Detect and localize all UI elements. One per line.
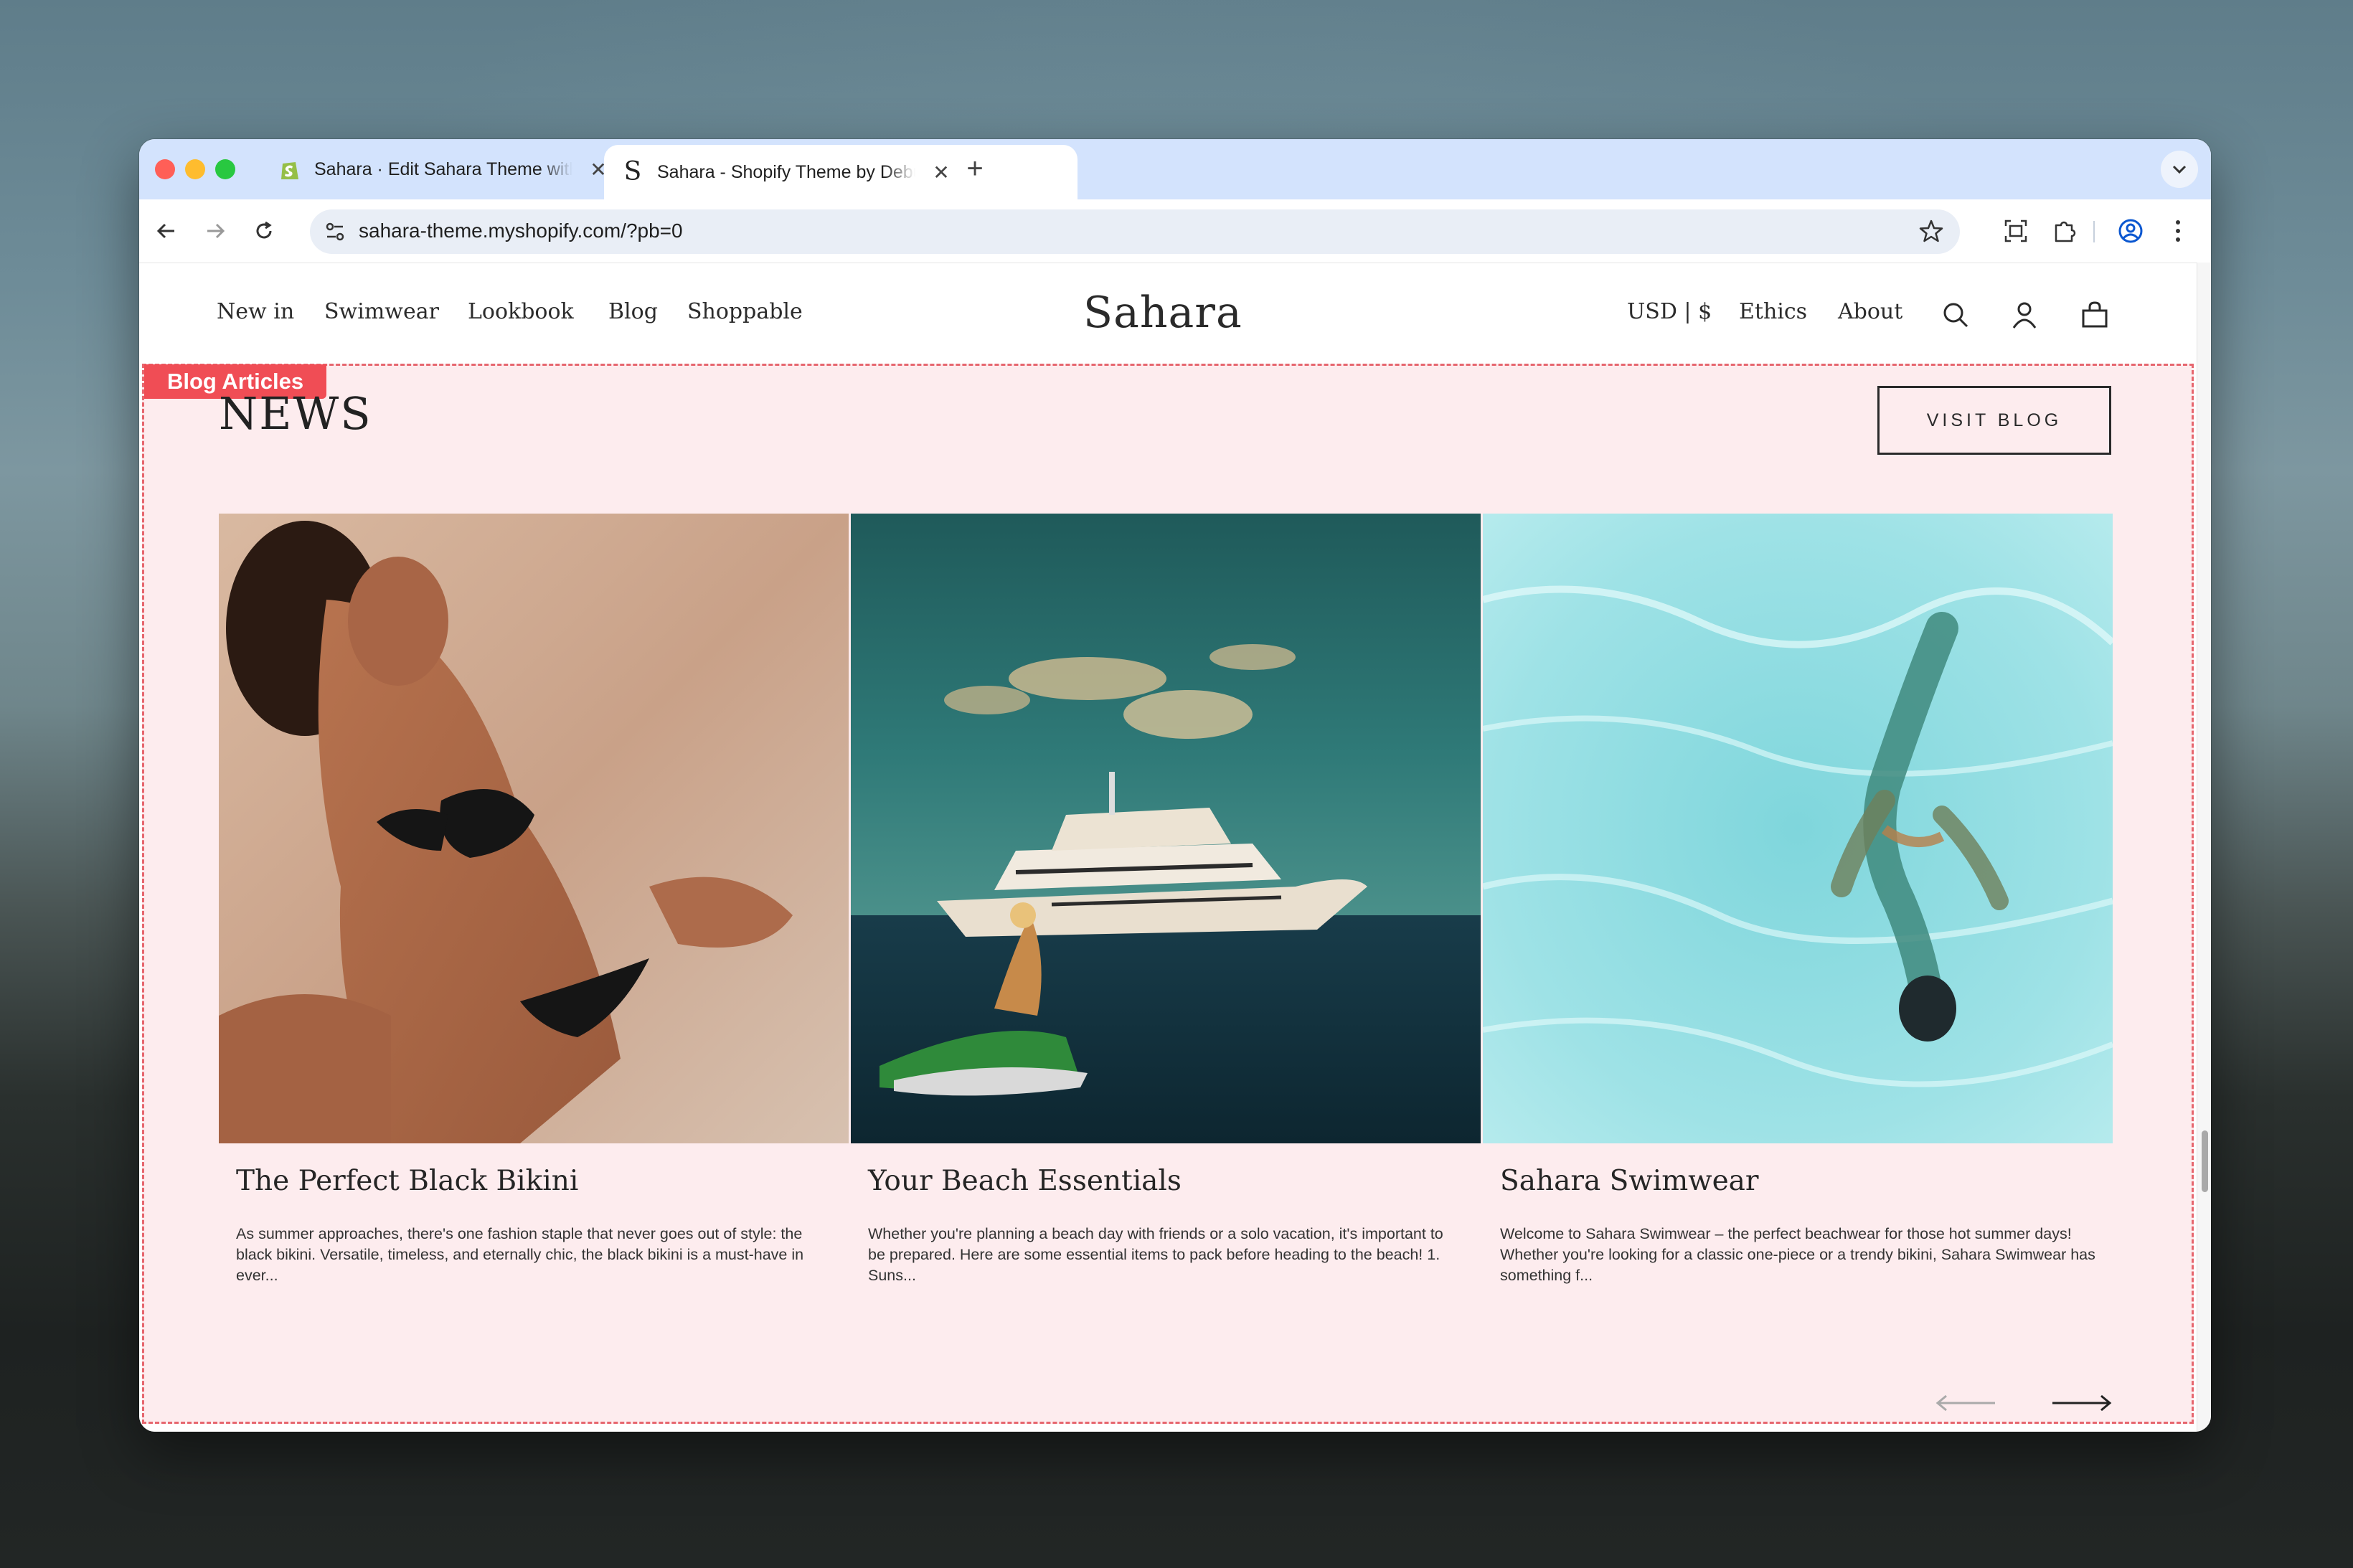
browser-toolbar: sahara-theme.myshopify.com/?pb=0 [139,199,2211,263]
close-icon[interactable]: ✕ [930,161,953,184]
tab-sahara-storefront[interactable]: S Sahara - Shopify Theme by Debut ✕ [604,145,1078,199]
nav-link-swimwear[interactable]: Swimwear [324,299,439,324]
section-title: NEWS [219,387,372,440]
tab-strip: Sahara · Edit Sahara Theme with ✕ S Saha… [139,139,2211,199]
nav-link-new-in[interactable]: New in [217,299,294,324]
chevron-down-icon [2172,165,2187,174]
article-excerpt: Whether you're planning a beach day with… [868,1225,1443,1284]
url-text: sahara-theme.myshopify.com/?pb=0 [359,219,683,242]
article-image[interactable] [851,514,1481,1143]
minimize-window-button[interactable] [185,159,205,179]
profile-button[interactable] [2112,212,2149,250]
article-excerpt: As summer approaches, there's one fashio… [236,1225,804,1284]
site-header: New in Swimwear Lookbook Blog Shoppable … [139,263,2197,364]
article-title[interactable]: Sahara Swimwear [1500,1165,1759,1197]
tab-title: Sahara · Edit Sahara Theme with [314,159,572,179]
screenshot-button[interactable] [1997,212,2034,250]
profile-icon [2118,219,2143,243]
site-logo[interactable]: Sahara [1083,288,1242,338]
back-button[interactable] [148,212,185,250]
reload-icon [256,221,272,239]
page-scrollbar[interactable] [2197,263,2211,1432]
toolbar-separator [2093,221,2095,242]
nav-link-shoppable[interactable]: Shoppable [687,299,803,324]
arrow-right-icon[interactable] [2050,1389,2114,1417]
maximize-window-button[interactable] [215,159,235,179]
forward-icon [207,223,225,239]
article-card[interactable]: Your Beach Essentials Whether you're pla… [851,514,1481,1284]
article-title[interactable]: The Perfect Black Bikini [236,1165,578,1197]
blog-articles-section: Blog Articles NEWS VISIT BLOG The Perfec… [142,364,2194,1424]
tab-search-button[interactable] [2161,151,2198,188]
article-excerpt: Welcome to Sahara Swimwear – the perfect… [1500,1225,2095,1284]
search-icon[interactable] [1940,299,1971,331]
nav-link-lookbook[interactable]: Lookbook [468,299,574,324]
article-card[interactable]: The Perfect Black Bikini As summer appro… [219,514,849,1284]
sahara-s-icon: S [623,157,642,186]
more-icon [2176,220,2180,242]
extensions-button[interactable] [2046,212,2083,250]
extensions-icon [2055,221,2076,242]
forward-button[interactable] [197,212,234,250]
shopify-icon [278,158,301,181]
article-card[interactable]: Sahara Swimwear Welcome to Sahara Swimwe… [1483,514,2113,1284]
nav-link-ethics[interactable]: Ethics [1739,299,1807,324]
address-bar[interactable]: sahara-theme.myshopify.com/?pb=0 [310,209,1960,254]
visit-blog-button[interactable]: VISIT BLOG [1877,386,2111,455]
site-info-icon[interactable] [323,219,347,247]
cart-icon[interactable] [2079,299,2111,331]
back-icon [156,223,174,239]
arrow-left-icon[interactable] [1933,1389,1998,1417]
web-page: New in Swimwear Lookbook Blog Shoppable … [139,263,2197,1432]
screenshot-icon [2004,219,2027,242]
article-image[interactable] [219,514,849,1143]
new-tab-button[interactable]: + [957,152,993,185]
bookmark-star-icon[interactable] [1918,218,1944,247]
article-title[interactable]: Your Beach Essentials [868,1165,1182,1197]
nav-link-blog[interactable]: Blog [608,299,658,324]
reload-button[interactable] [245,212,283,250]
close-window-button[interactable] [155,159,175,179]
currency-selector[interactable]: USD | $ [1627,299,1712,324]
more-menu-button[interactable] [2159,212,2197,250]
account-icon[interactable] [2009,299,2040,331]
scrollbar-thumb[interactable] [2202,1130,2208,1192]
browser-window: Sahara · Edit Sahara Theme with ✕ S Saha… [139,139,2211,1432]
nav-link-about[interactable]: About [1838,299,1902,324]
tab-title: Sahara - Shopify Theme by Debut [657,161,915,182]
article-image[interactable] [1483,514,2113,1143]
